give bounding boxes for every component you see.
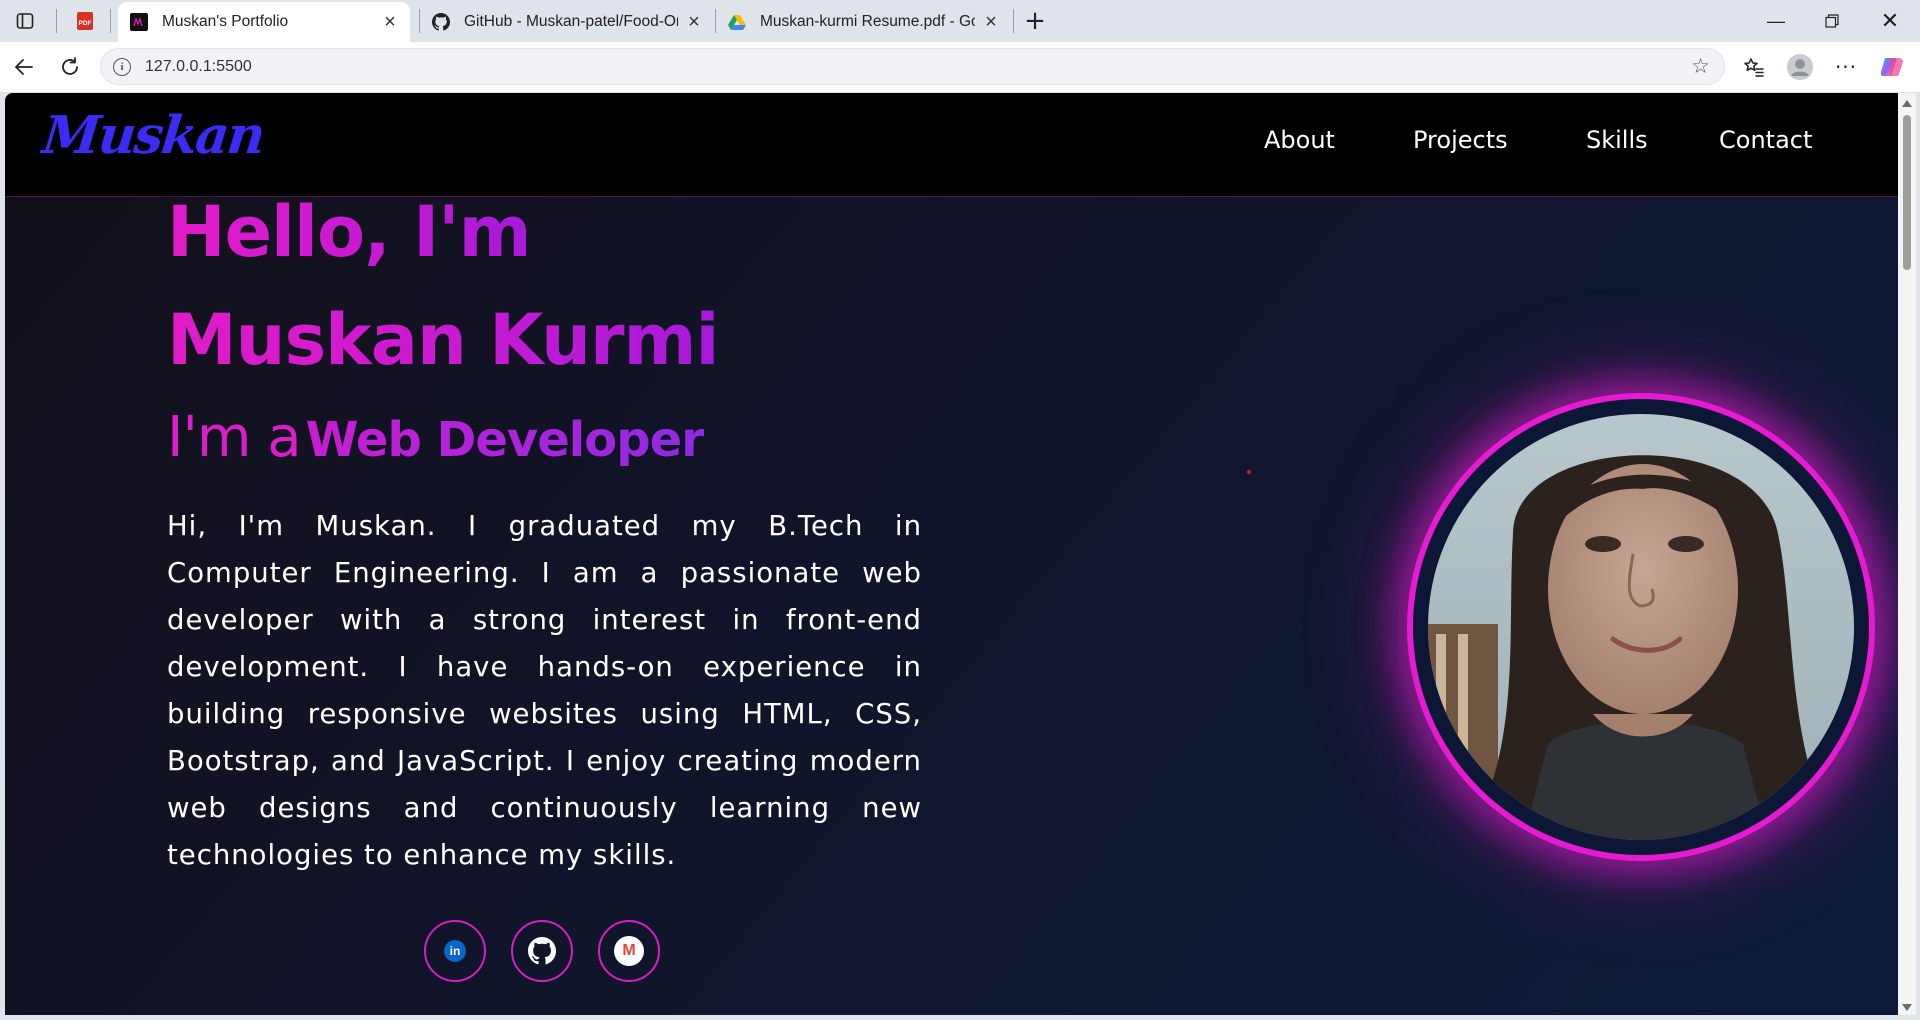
tab-actions-icon[interactable] [10, 6, 40, 36]
github-favicon-icon [432, 13, 450, 31]
site-logo[interactable]: Muskan [40, 105, 267, 166]
linkedin-icon: in [444, 940, 466, 962]
nav-link-contact[interactable]: Contact [1719, 126, 1812, 154]
restore-button[interactable] [1804, 0, 1860, 42]
back-button[interactable] [8, 51, 40, 83]
tab-title: GitHub - Muskan-patel/Food-Ord [464, 13, 678, 30]
hero-subtitle: I'm a Web Developer [167, 405, 705, 470]
nav-link-projects[interactable]: Projects [1413, 126, 1508, 154]
reload-button[interactable] [54, 51, 86, 83]
linkedin-button[interactable]: in [424, 920, 486, 982]
gmail-icon: M [614, 936, 644, 966]
tab-github[interactable]: GitHub - Muskan-patel/Food-Ord × [420, 2, 714, 42]
site-info-icon[interactable]: i [113, 57, 131, 76]
close-tab-icon[interactable]: × [983, 12, 999, 32]
address-bar[interactable]: i 127.0.0.1:5500 ☆ [100, 48, 1725, 85]
google-drive-favicon-icon [728, 13, 746, 31]
copilot-icon[interactable] [1876, 51, 1908, 83]
more-menu-icon[interactable]: ··· [1830, 51, 1862, 83]
minimize-button[interactable]: — [1748, 0, 1804, 42]
browser-tab-bar: PDF Muskan's Portfolio × GitHub - Muskan… [0, 0, 1920, 42]
profile-photo [1428, 414, 1854, 840]
pdf-badge-text: PDF [79, 20, 92, 27]
page-scrollbar[interactable] [1898, 93, 1916, 1015]
hero-subtitle-prefix: I'm a [167, 405, 302, 470]
close-window-button[interactable]: ✕ [1862, 0, 1918, 42]
github-button[interactable] [511, 920, 573, 982]
favorites-icon[interactable] [1738, 51, 1770, 83]
profile-photo-frame [1413, 399, 1869, 855]
gmail-button[interactable]: M [598, 920, 660, 982]
browser-toolbar: i 127.0.0.1:5500 ☆ ··· [0, 42, 1920, 92]
scrollbar-thumb[interactable] [1903, 115, 1911, 270]
hero-role: Web Developer [305, 412, 705, 468]
scroll-down-arrow-icon[interactable] [1902, 1004, 1912, 1011]
tab-title: Muskan's Portfolio [162, 13, 289, 30]
tab-title: Muskan-kurmi Resume.pdf - Goo [760, 13, 975, 30]
nav-link-about[interactable]: About [1264, 126, 1335, 154]
hero-greeting: Hello, I'm [167, 191, 532, 273]
pdf-tab[interactable]: PDF [70, 6, 100, 36]
hero-bio: Hi, I'm Muskan. I graduated my B.Tech in… [167, 510, 922, 871]
scroll-up-arrow-icon[interactable] [1902, 100, 1912, 107]
page-viewport: Muskan About Projects Skills Contact Hel… [5, 93, 1898, 1015]
nav-link-skills[interactable]: Skills [1586, 126, 1648, 154]
hero-name: Muskan Kurmi [167, 299, 719, 381]
github-icon [527, 936, 557, 966]
tab-portfolio[interactable]: Muskan's Portfolio × [118, 2, 410, 42]
portfolio-favicon-icon [130, 13, 148, 31]
site-navbar: Muskan About Projects Skills Contact [5, 93, 1898, 197]
decorative-dot [1247, 470, 1251, 474]
profile-avatar-icon[interactable] [1784, 51, 1816, 83]
favorite-star-icon[interactable]: ☆ [1691, 56, 1710, 77]
close-tab-icon[interactable]: × [686, 12, 702, 32]
close-tab-icon[interactable]: × [382, 12, 398, 32]
tab-resume[interactable]: Muskan-kurmi Resume.pdf - Goo × [716, 2, 1011, 42]
url-text: 127.0.0.1:5500 [145, 57, 252, 75]
new-tab-button[interactable]: + [1020, 6, 1050, 36]
